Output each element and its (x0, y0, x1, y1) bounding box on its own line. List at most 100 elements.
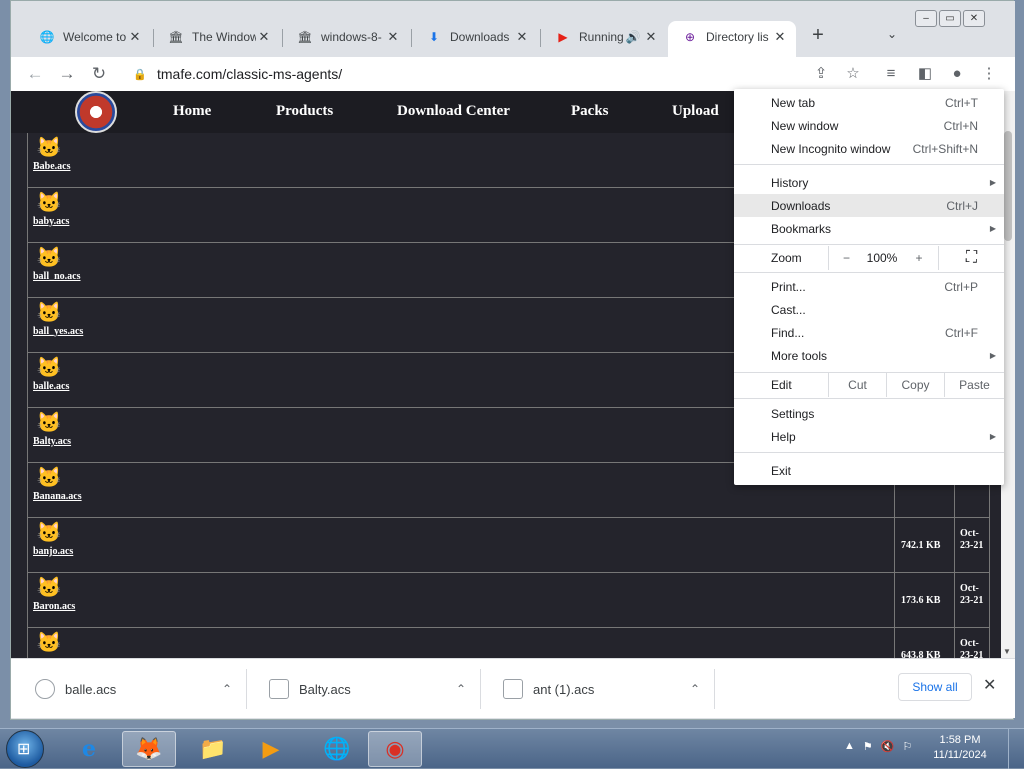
menu-downloads[interactable]: Downloads Ctrl+J (734, 194, 1004, 217)
chevron-up-icon[interactable]: ⌃ (222, 682, 232, 696)
network-icon[interactable]: ⚑ (863, 740, 873, 753)
tab-title: The Window (192, 30, 256, 44)
forward-button[interactable]: → (57, 64, 77, 84)
agent-character-icon[interactable]: 🐱 (36, 191, 62, 215)
file-link[interactable]: banjo.acs (33, 546, 73, 557)
chevron-up-icon[interactable]: ⌃ (690, 682, 700, 696)
app-globe-icon[interactable]: 🌐 (310, 731, 364, 767)
new-tab-button[interactable]: + (807, 25, 829, 47)
internet-explorer-icon[interactable]: e (62, 731, 116, 767)
tab-close-icon[interactable]: ✕ (127, 29, 143, 45)
menu-more-tools[interactable]: More tools ▶ (734, 344, 1004, 367)
menu-help[interactable]: Help ▶ (734, 425, 1004, 448)
file-link[interactable]: Banana.acs (33, 491, 82, 502)
menu-find[interactable]: Find... Ctrl+F (734, 321, 1004, 344)
download-item[interactable]: balle.acs ⌃ (17, 669, 247, 709)
tab-close-icon[interactable]: ✕ (643, 29, 659, 45)
chrome-icon[interactable]: ◉ (368, 731, 422, 767)
show-all-button[interactable]: Show all (898, 673, 972, 701)
maximize-button[interactable]: ▭ (939, 10, 961, 27)
back-button[interactable]: ← (25, 64, 45, 84)
agent-character-icon[interactable]: 🐱 (36, 411, 62, 435)
menu-new-window[interactable]: New window Ctrl+N (734, 114, 1004, 137)
tab-close-icon[interactable]: ✕ (772, 29, 788, 45)
nav-packs[interactable]: Packs (571, 103, 609, 120)
tab-running[interactable]: ▶ Running 🔊 ✕ (541, 21, 667, 53)
share-icon[interactable]: ⇪ (811, 64, 831, 84)
menu-bookmarks[interactable]: Bookmarks ▶ (734, 217, 1004, 240)
file-link[interactable]: baby.acs (33, 216, 69, 227)
tab-close-icon[interactable]: ✕ (514, 29, 530, 45)
url-text[interactable]: tmafe.com/classic-ms-agents/ (157, 66, 342, 82)
scroll-down-icon[interactable]: ▼ (1003, 647, 1011, 656)
firefox-icon[interactable]: 🦊 (122, 731, 176, 767)
file-link[interactable]: Balty.acs (33, 436, 71, 447)
side-panel-icon[interactable]: ◧ (915, 64, 935, 84)
audio-playing-icon[interactable]: 🔊 (625, 29, 641, 45)
agent-character-icon[interactable]: 🐱 (36, 576, 62, 600)
show-desktop-button[interactable] (1008, 729, 1024, 769)
site-logo[interactable] (75, 91, 117, 133)
nav-download-center[interactable]: Download Center (397, 103, 510, 120)
menu-print[interactable]: Print... Ctrl+P (734, 275, 1004, 298)
reload-button[interactable]: ↻ (89, 64, 109, 84)
nav-products[interactable]: Products (276, 103, 333, 120)
menu-settings[interactable]: Settings (734, 402, 1004, 425)
tab-downloads[interactable]: ⬇ Downloads ✕ (412, 21, 538, 53)
tab-windows-8[interactable]: 🏛 windows-8- ✕ (283, 21, 409, 53)
file-row: 🐱 banjo.acs 742.1 KB Oct-23-21 (27, 518, 990, 573)
close-window-button[interactable]: ✕ (963, 10, 985, 27)
tab-welcome[interactable]: 🌐 Welcome to ✕ (25, 21, 151, 53)
zoom-out-button[interactable]: − (828, 246, 864, 270)
agent-character-icon[interactable]: 🐱 (36, 466, 62, 490)
agent-character-icon[interactable]: 🐱 (36, 301, 62, 325)
fullscreen-icon[interactable]: ⛶ (938, 246, 1004, 270)
agent-character-icon[interactable]: 🐱 (36, 356, 62, 380)
file-link[interactable]: ball_no.acs (33, 271, 81, 282)
tab-title: windows-8- (321, 30, 382, 44)
lock-icon[interactable]: 🔒 (133, 68, 147, 81)
copy-button[interactable]: Copy (886, 373, 944, 397)
system-clock[interactable]: 1:58 PM 11/11/2024 (930, 733, 990, 763)
media-player-icon[interactable]: ▶ (244, 731, 298, 767)
profile-avatar-icon[interactable]: ● (947, 64, 967, 84)
bookmark-star-icon[interactable]: ☆ (843, 64, 863, 84)
address-bar[interactable]: 🔒 tmafe.com/classic-ms-agents/ (123, 60, 883, 88)
cut-button[interactable]: Cut (828, 373, 886, 397)
file-link[interactable]: Babe.acs (33, 161, 71, 172)
volume-muted-icon[interactable]: 🔇 (881, 740, 895, 753)
start-button[interactable]: ⊞ (6, 730, 44, 768)
menu-kebab-icon[interactable]: ⋮ (979, 64, 999, 84)
agent-character-icon[interactable]: 🐱 (36, 136, 62, 160)
tab-directory-listing[interactable]: ⊕ Directory lis ✕ (668, 21, 796, 61)
menu-history[interactable]: History ▶ (734, 171, 1004, 194)
file-link[interactable]: balle.acs (33, 381, 69, 392)
download-item[interactable]: Balty.acs ⌃ (251, 669, 481, 709)
nav-home[interactable]: Home (173, 103, 211, 120)
menu-exit[interactable]: Exit (734, 459, 1004, 482)
tab-close-icon[interactable]: ✕ (256, 29, 272, 45)
tab-close-icon[interactable]: ✕ (385, 29, 401, 45)
menu-cast[interactable]: Cast... (734, 298, 1004, 321)
file-explorer-icon[interactable]: 📁 (186, 731, 240, 767)
tab-search-button[interactable]: ⌄ (887, 27, 897, 41)
minimize-button[interactable]: – (915, 10, 937, 27)
tab-the-window[interactable]: 🏛 The Window ✕ (154, 21, 280, 53)
close-shelf-icon[interactable]: ✕ (983, 675, 996, 695)
media-control-icon[interactable]: ≡ (881, 64, 901, 84)
agent-character-icon[interactable]: 🐱 (36, 246, 62, 270)
download-item[interactable]: ant (1).acs ⌃ (485, 669, 715, 709)
agent-character-icon[interactable]: 🐱 (36, 521, 62, 545)
show-hidden-icons-icon[interactable]: ▲ (844, 740, 855, 753)
file-link[interactable]: ball_yes.acs (33, 326, 83, 337)
paste-button[interactable]: Paste (944, 373, 1004, 397)
file-link[interactable]: Baron.acs (33, 601, 75, 612)
menu-new-tab[interactable]: New tab Ctrl+T (734, 91, 1004, 114)
agent-character-icon[interactable]: 🐱 (36, 631, 62, 655)
menu-new-incognito[interactable]: New Incognito window Ctrl+Shift+N (734, 137, 1004, 160)
scrollbar-thumb[interactable] (1004, 131, 1012, 241)
nav-upload[interactable]: Upload (672, 103, 719, 120)
zoom-in-button[interactable]: + (900, 246, 938, 270)
chevron-up-icon[interactable]: ⌃ (456, 682, 466, 696)
action-center-flag-icon[interactable]: ⚐ (902, 740, 912, 753)
